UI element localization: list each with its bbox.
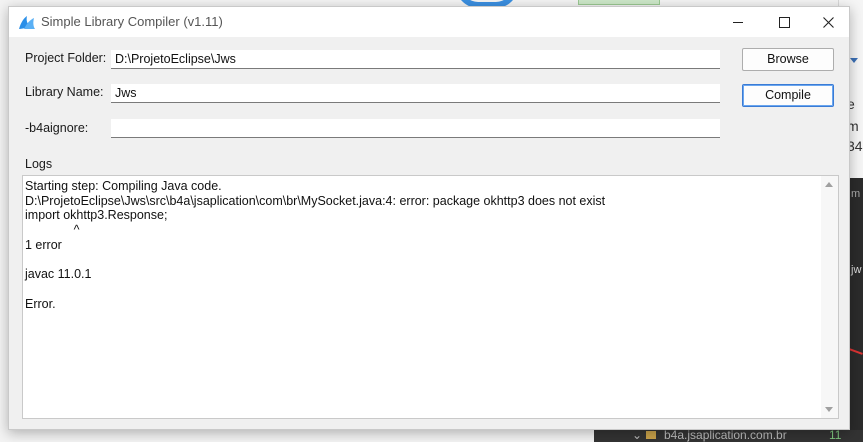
close-icon (822, 16, 834, 28)
bottom-bar-label: b4a.jsaplication.com.br (664, 428, 787, 442)
library-name-input[interactable]: Jws (111, 84, 720, 103)
chevron-down-icon (850, 58, 858, 63)
app-logo-icon (19, 16, 35, 29)
minimize-icon (733, 21, 743, 23)
title-bar[interactable]: Simple Library Compiler (v1.11) (9, 7, 849, 37)
background-bottom-bar: ⌄ b4a.jsaplication.com.br 11 (594, 428, 863, 442)
background-tab (578, 0, 660, 5)
maximize-icon (778, 16, 790, 28)
browse-button[interactable]: Browse (742, 48, 834, 71)
logs-content: Starting step: Compiling Java code. D:\P… (25, 179, 606, 311)
window-title: Simple Library Compiler (v1.11) (41, 14, 223, 29)
b4aignore-input[interactable] (111, 119, 720, 138)
logs-scrollbar[interactable] (821, 176, 838, 418)
close-button[interactable] (805, 7, 851, 37)
chevron-down-icon: ⌄ (632, 428, 643, 442)
scroll-down-icon[interactable] (825, 407, 833, 412)
compile-button[interactable]: Compile (742, 84, 834, 107)
folder-icon (646, 431, 656, 439)
maximize-button[interactable] (761, 7, 807, 37)
minimize-button[interactable] (715, 7, 761, 37)
background-side-text: jw (851, 264, 862, 276)
logs-textarea[interactable]: Starting step: Compiling Java code. D:\P… (22, 175, 839, 419)
b4aignore-label: -b4aignore: (25, 121, 89, 135)
project-folder-label: Project Folder: (25, 51, 107, 65)
project-folder-input[interactable]: D:\ProjetoEclipse\Jws (111, 50, 720, 69)
logs-label: Logs (25, 157, 53, 171)
badge-count: 11 (829, 428, 842, 442)
scroll-up-icon[interactable] (825, 182, 833, 187)
library-name-label: Library Name: (25, 85, 104, 99)
background-side-text: m (851, 188, 861, 200)
compiler-window: Simple Library Compiler (v1.11) Project … (8, 6, 850, 430)
